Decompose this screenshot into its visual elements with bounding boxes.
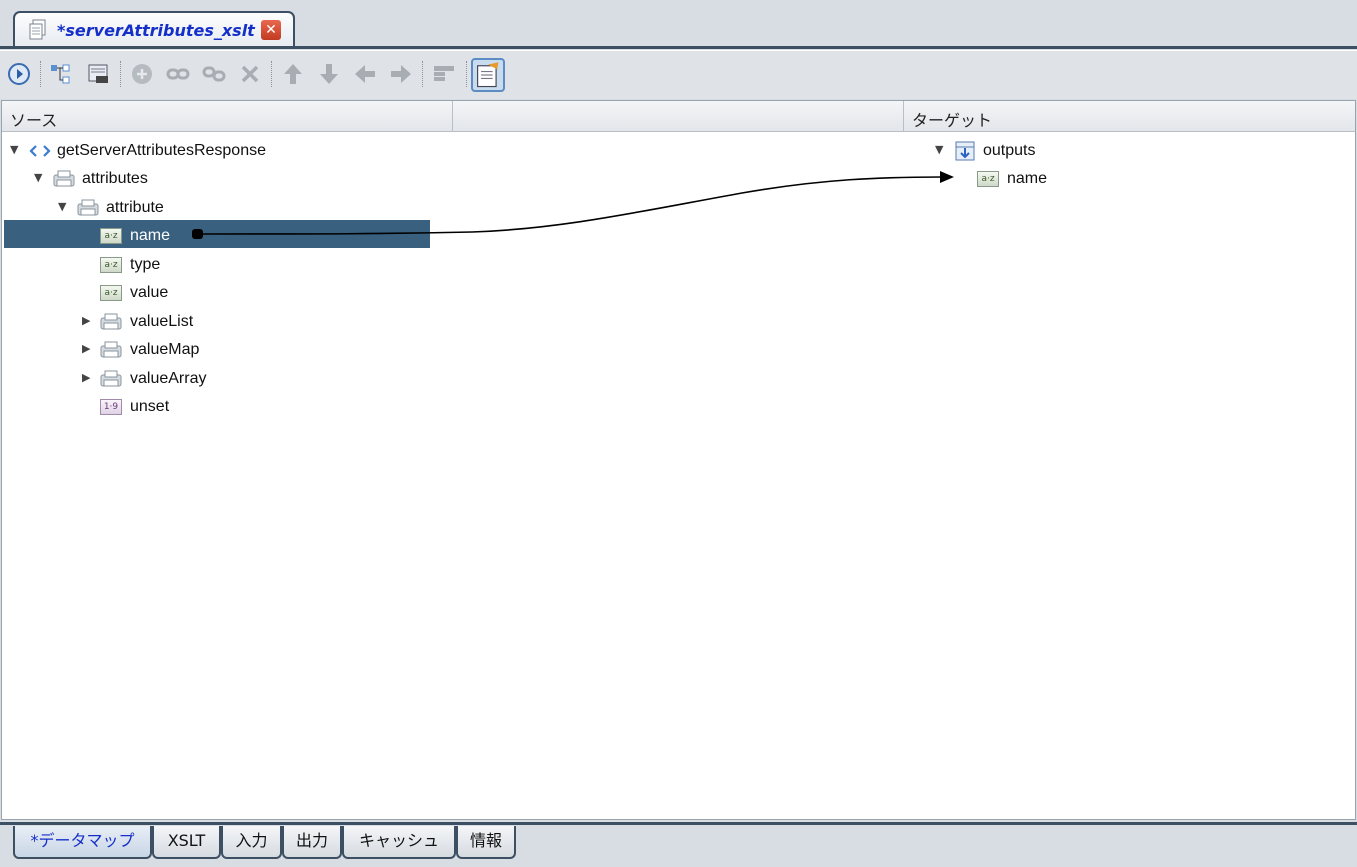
map-icon[interactable] xyxy=(86,61,112,87)
editor-tab-title: *serverAttributes_xslt xyxy=(57,21,255,40)
delete-icon[interactable] xyxy=(237,61,263,87)
mapping-link[interactable] xyxy=(2,101,1355,819)
tab-output[interactable]: 出力 xyxy=(282,826,342,859)
link-arrowhead xyxy=(940,171,954,183)
notes-icon xyxy=(477,62,499,88)
tree-icon[interactable] xyxy=(48,61,74,87)
editor-tab[interactable]: *serverAttributes_xslt ✕ xyxy=(13,11,295,47)
tab-divider xyxy=(0,46,1357,49)
down-icon[interactable] xyxy=(316,61,342,87)
right-icon[interactable] xyxy=(388,61,414,87)
add-icon[interactable] xyxy=(129,61,155,87)
tab-xslt[interactable]: XSLT xyxy=(152,826,221,859)
editor-tab-strip: *serverAttributes_xslt ✕ xyxy=(0,0,1357,49)
tab-datamap[interactable]: *データマップ xyxy=(13,826,152,859)
mapping-panel: ソース ターゲット ▼ getServerAttributesResponse … xyxy=(1,100,1356,820)
notes-button[interactable] xyxy=(471,58,505,92)
run-icon[interactable] xyxy=(6,61,32,87)
close-icon[interactable]: ✕ xyxy=(261,20,281,40)
tab-info[interactable]: 情報 xyxy=(456,826,516,859)
left-icon[interactable] xyxy=(352,61,378,87)
layout-icon[interactable] xyxy=(431,61,457,87)
unlink-icon[interactable] xyxy=(201,61,227,87)
document-icon xyxy=(29,19,46,40)
link-source-handle xyxy=(192,229,203,239)
toolbar xyxy=(0,50,1357,99)
link-icon[interactable] xyxy=(165,61,191,87)
tab-input[interactable]: 入力 xyxy=(221,826,282,859)
tab-cache[interactable]: キャッシュ xyxy=(342,826,456,859)
bottom-tab-divider xyxy=(0,822,1357,825)
up-icon[interactable] xyxy=(280,61,306,87)
